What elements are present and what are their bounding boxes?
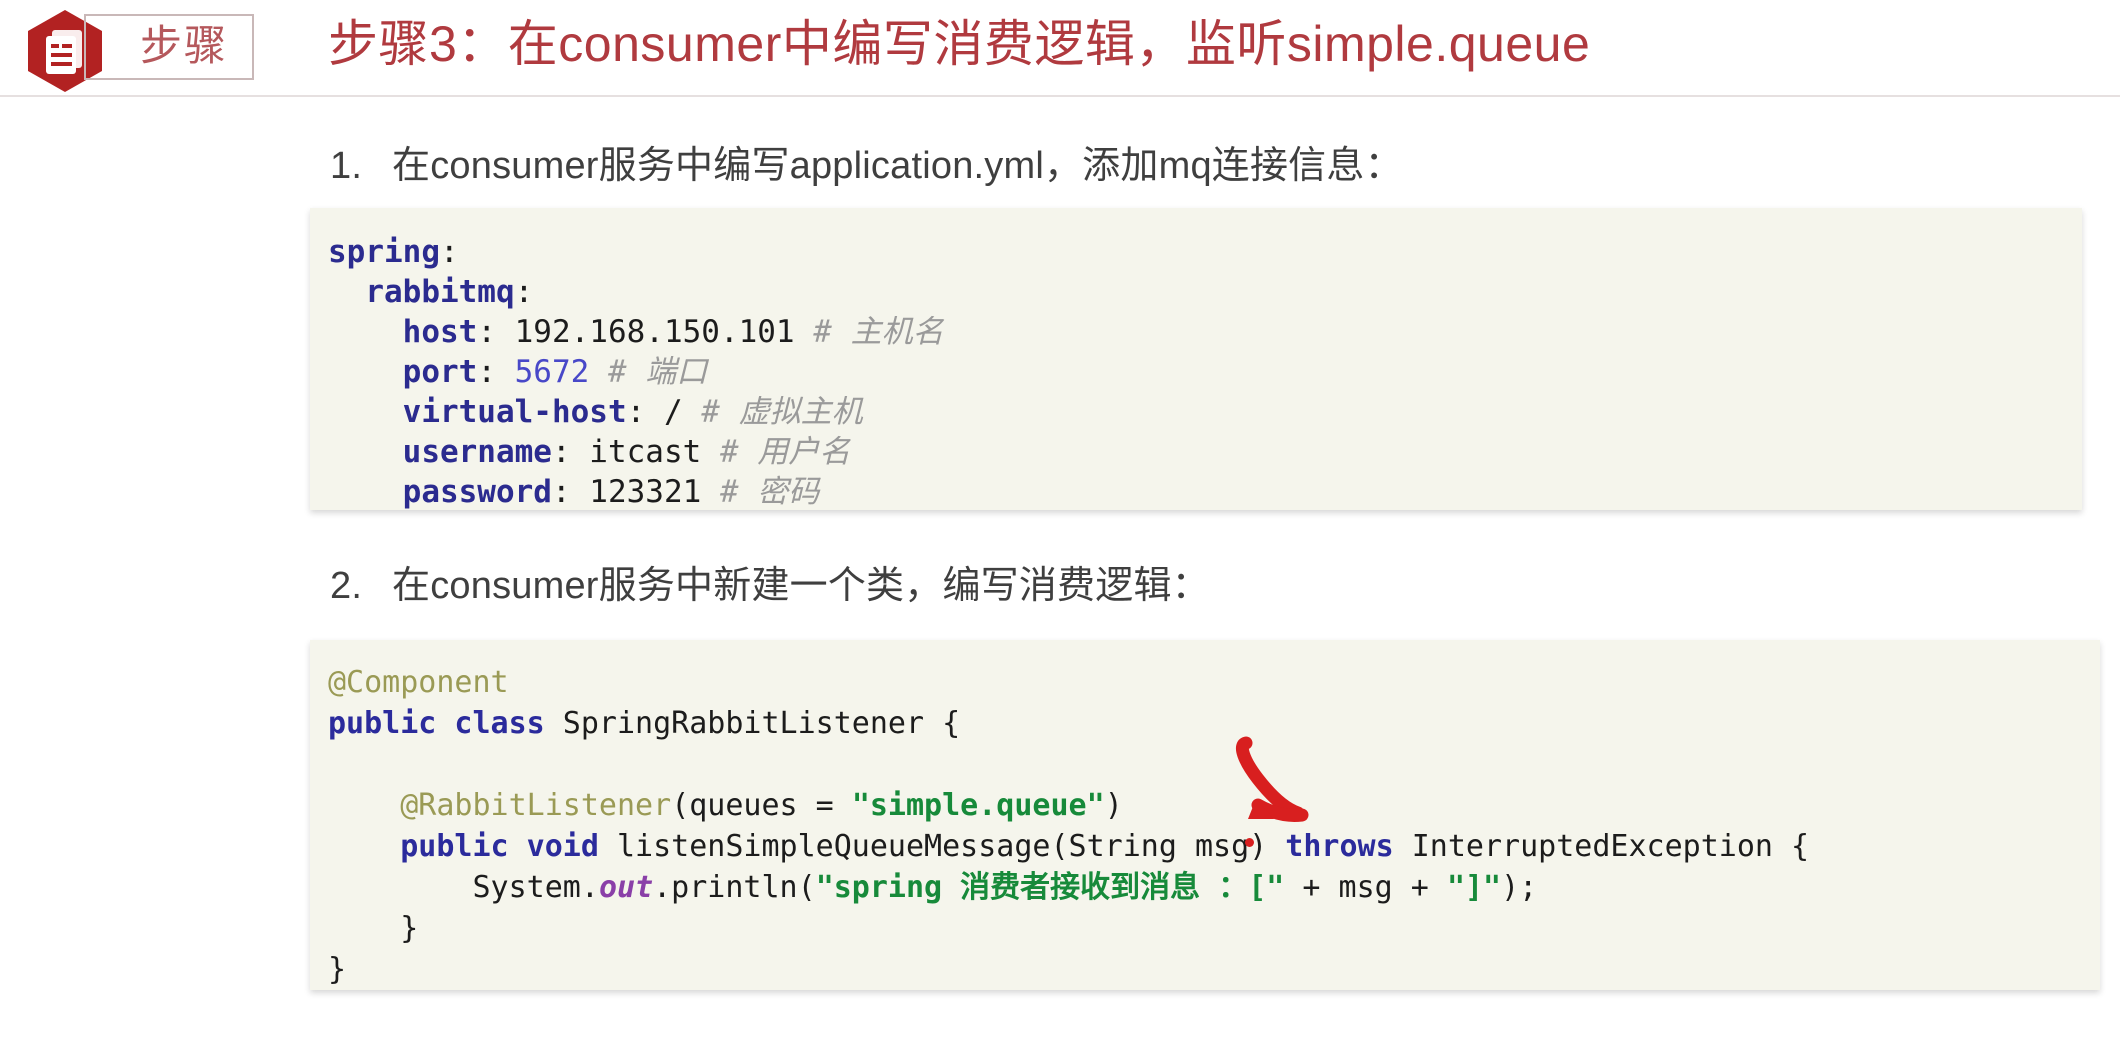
header-divider	[0, 95, 2120, 97]
code-token: : 123321	[551, 474, 720, 510]
code-token: username	[402, 434, 552, 470]
code-line: port: 5672 # 端口	[328, 352, 2082, 392]
slide-header: 步骤 步骤3：在consumer中编写消费逻辑，监听simple.queue	[0, 0, 2120, 97]
step-badge: 步骤	[22, 6, 254, 92]
yaml-code-block: spring: rabbitmq: host: 192.168.150.101 …	[310, 208, 2082, 510]
java-code-block: @Component public class SpringRabbitListe…	[310, 640, 2100, 990]
step-badge-label: 步骤	[139, 22, 228, 69]
code-token: "simple.queue"	[851, 788, 1105, 823]
code-token: System.	[328, 870, 599, 905]
step-item-2-number: 2.	[330, 565, 363, 607]
code-token: throws	[1285, 829, 1394, 864]
code-token: }	[328, 952, 347, 987]
code-token: rabbitmq	[365, 274, 515, 310]
step-item-1-text: 在consumer服务中编写application.yml，添加mq连接信息：	[392, 145, 1403, 187]
code-token: host	[402, 314, 478, 350]
code-token: public void	[400, 829, 599, 864]
code-token: # 虚拟主机	[701, 394, 863, 430]
step-item-1: 1. 在consumer服务中编写application.yml，添加mq连接信息…	[330, 142, 1403, 190]
code-token: : itcast	[551, 434, 720, 470]
code-token: :	[439, 234, 459, 270]
code-token: out	[598, 870, 654, 905]
code-line: }	[328, 908, 2100, 949]
code-token: :	[477, 354, 515, 390]
code-line: spring:	[328, 232, 2082, 272]
code-line: @Component	[328, 662, 2100, 703]
code-token: spring	[328, 234, 440, 270]
code-token: 5672	[514, 354, 590, 390]
code-token: "spring 消费者接收到消息 ：["	[815, 870, 1285, 905]
code-token: # 端口	[607, 354, 708, 390]
code-token: port	[402, 354, 478, 390]
code-token: + msg +	[1284, 870, 1447, 905]
code-token: public class	[328, 706, 545, 741]
code-token: "]"	[1446, 870, 1502, 905]
code-line: System.out.println("spring 消费者接收到消息 ：[" …	[328, 867, 2100, 908]
code-token: }	[328, 911, 419, 946]
code-token: : 192.168.150.101	[477, 314, 814, 350]
page-title: 步骤3：在consumer中编写消费逻辑，监听simple.queue	[328, 16, 1591, 72]
step-item-2: 2. 在consumer服务中新建一个类，编写消费逻辑：	[330, 562, 1210, 610]
code-line: public void listenSimpleQueueMessage(Str…	[328, 826, 2100, 867]
annotation-dot	[1245, 838, 1254, 847]
step-item-1-number: 1.	[330, 145, 363, 187]
code-token: # 密码	[719, 474, 820, 510]
code-line: rabbitmq:	[328, 272, 2082, 312]
code-token: : /	[626, 394, 702, 430]
code-token: :	[514, 274, 534, 310]
code-line: public class SpringRabbitListener {	[328, 703, 2100, 744]
code-line: @RabbitListener(queues = "simple.queue")	[328, 785, 2100, 826]
code-token: # 主机名	[813, 314, 944, 350]
code-line: password: 123321 # 密码	[328, 472, 2082, 510]
code-token: .println(	[653, 870, 816, 905]
code-line: }	[328, 949, 2100, 990]
code-token: )	[1104, 788, 1123, 823]
code-token: # 用户名	[719, 434, 851, 470]
code-line: host: 192.168.150.101 # 主机名	[328, 312, 2082, 352]
code-token: @Component	[328, 665, 509, 700]
code-token: @RabbitListener	[400, 788, 672, 823]
code-token: listenSimpleQueueMessage(String msg)	[598, 829, 1286, 864]
code-token: password	[402, 474, 552, 510]
code-token: InterruptedException {	[1393, 829, 1810, 864]
step-item-2-text: 在consumer服务中新建一个类，编写消费逻辑：	[392, 565, 1210, 607]
code-line: username: itcast # 用户名	[328, 432, 2082, 472]
code-token: );	[1501, 870, 1538, 905]
code-token: SpringRabbitListener {	[544, 706, 961, 741]
code-token: (queues =	[671, 788, 852, 823]
code-line: virtual-host: / # 虚拟主机	[328, 392, 2082, 432]
code-token: virtual-host	[402, 394, 627, 430]
